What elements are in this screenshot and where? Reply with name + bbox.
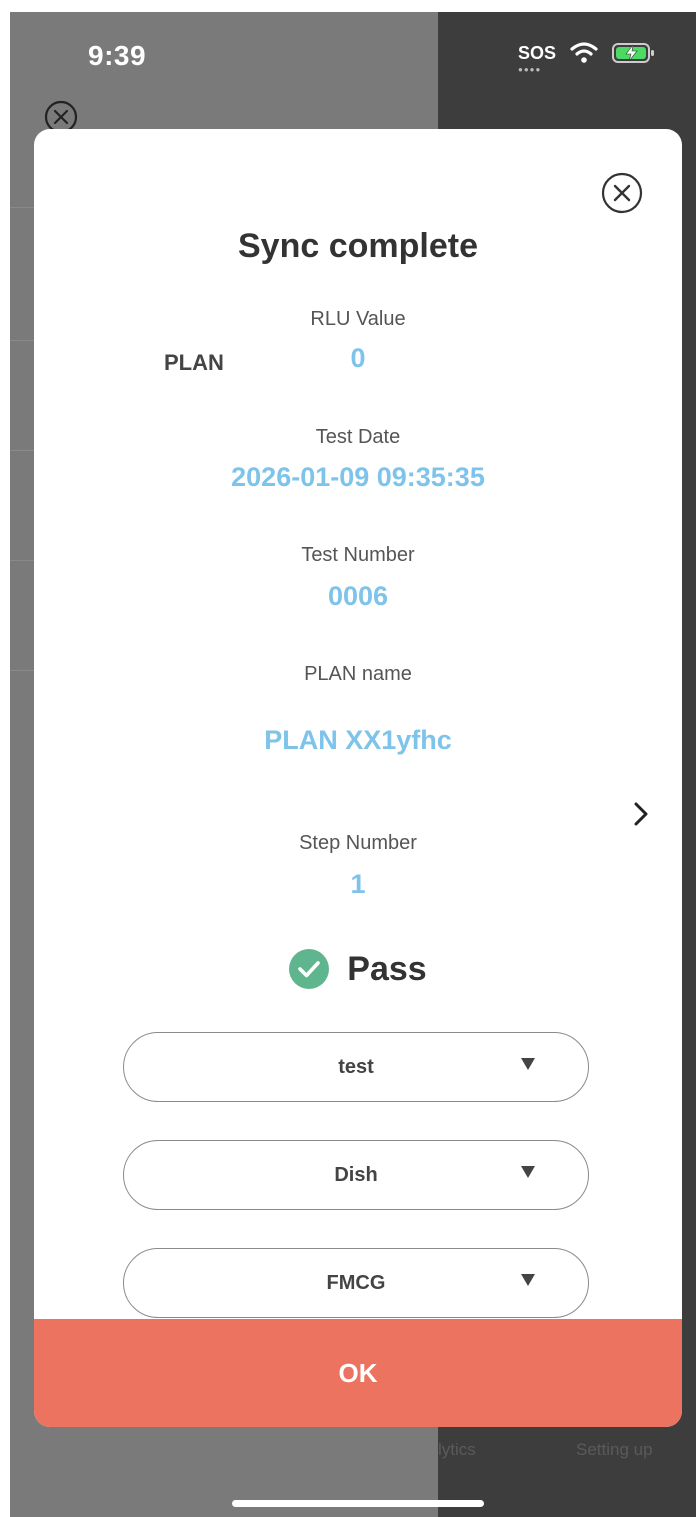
rlu-value: 0	[350, 343, 366, 373]
background-tab-analytics: lytics	[438, 1440, 476, 1459]
rlu-value-label: RLU Value	[310, 308, 406, 330]
battery-charging-icon	[612, 43, 654, 63]
dropdown-select-2[interactable]: Dish	[123, 1140, 589, 1210]
check-circle-icon	[289, 949, 330, 989]
test-date-label: Test Date	[315, 426, 401, 448]
plan-name-value: PLAN XX1yfhc	[264, 725, 452, 755]
step-number-label: Step Number	[299, 832, 417, 854]
dropdown-value: Dish	[334, 1163, 378, 1186]
result-indicator: Pass	[34, 949, 682, 989]
close-icon[interactable]	[600, 171, 644, 215]
dropdown-arrow-icon	[521, 1058, 535, 1070]
signal-dots-icon: ●●●●	[517, 64, 542, 74]
result-label: Pass	[347, 949, 427, 988]
status-icons: SOS ●●●●	[517, 42, 656, 74]
test-number-value: 0006	[327, 581, 389, 611]
plan-name-label: PLAN name	[304, 663, 412, 685]
dropdown-select-3[interactable]: FMCG	[123, 1248, 589, 1318]
dialog-title: Sync complete	[238, 227, 478, 265]
step-number-value: 1	[350, 869, 366, 899]
dropdown-value: FMCG	[326, 1271, 386, 1294]
sos-indicator: SOS ●●●●	[517, 42, 556, 74]
screen: 9:39 SOS ●●●● lytics Setting up Sync com…	[10, 12, 696, 1517]
test-number-label: Test Number	[301, 544, 415, 566]
sync-complete-dialog: Sync complete RLU Value PLAN 0 Test Date…	[34, 129, 682, 1427]
dropdown-arrow-icon	[521, 1274, 535, 1286]
dropdown-select-1[interactable]: test	[123, 1032, 589, 1102]
ok-button[interactable]: OK	[34, 1319, 682, 1427]
dropdown-arrow-icon	[521, 1166, 535, 1178]
home-indicator	[232, 1500, 484, 1507]
sos-label: SOS	[517, 42, 556, 63]
wifi-icon	[570, 42, 598, 63]
chevron-right-icon[interactable]	[628, 799, 654, 829]
test-date-value: 2026-01-09 09:35:35	[231, 462, 485, 492]
background-tab-setting-up: Setting up	[576, 1440, 653, 1459]
status-time: 9:39	[88, 40, 147, 71]
dropdown-value: test	[338, 1055, 374, 1078]
